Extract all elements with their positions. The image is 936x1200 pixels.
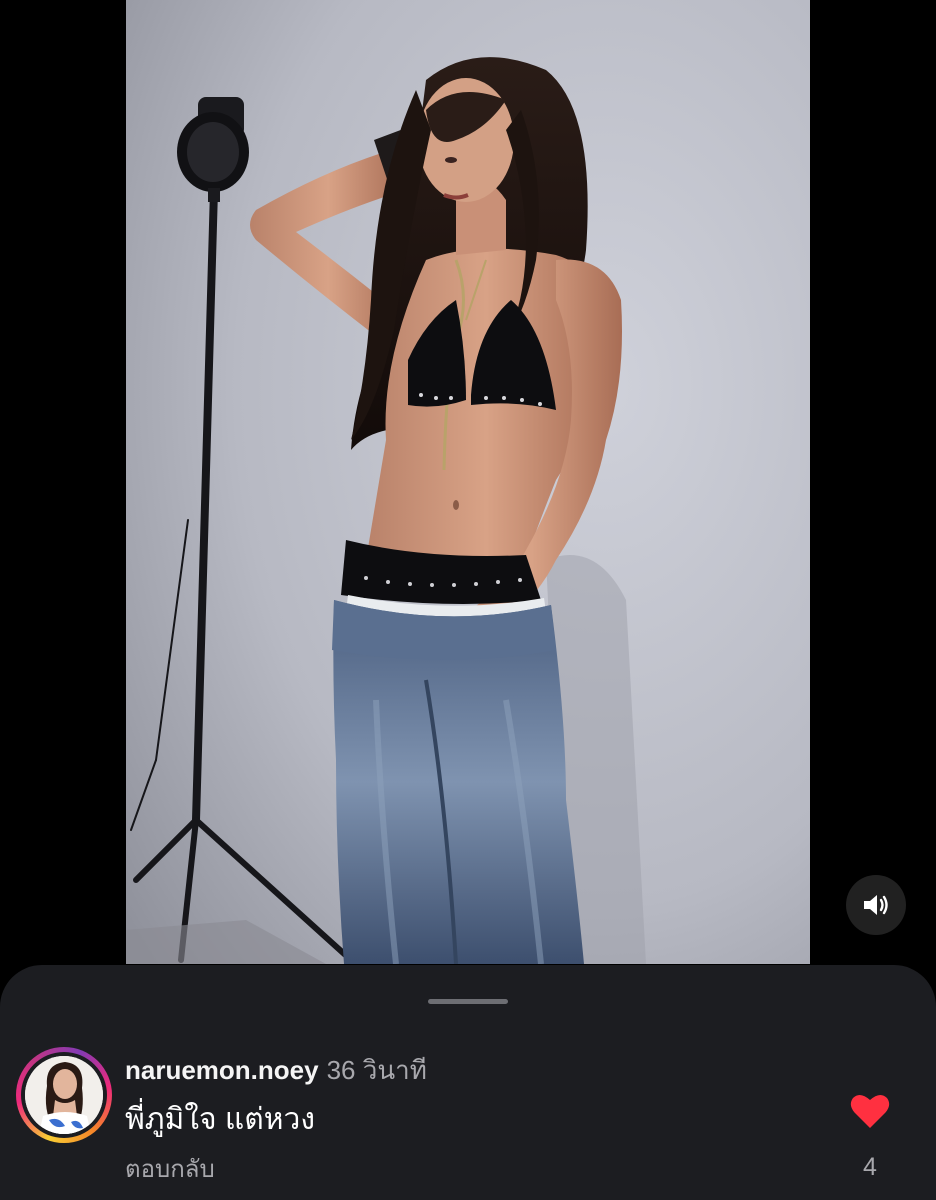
heart-icon [850, 1094, 890, 1128]
sheet-grabber-handle[interactable] [428, 999, 508, 1004]
story-viewer: naruemon.noey 36 วินาที พี่ภูมิใจ แต่หวง … [0, 0, 936, 1200]
comment-sheet[interactable]: naruemon.noey 36 วินาที พี่ภูมิใจ แต่หวง … [0, 965, 936, 1200]
story-media[interactable] [126, 0, 810, 964]
avatar-photo [25, 1056, 103, 1134]
mute-toggle-button[interactable] [846, 875, 906, 935]
avatar [25, 1056, 103, 1134]
like-button[interactable] [849, 1092, 891, 1130]
like-count: 4 [863, 1153, 877, 1181]
comment-header: naruemon.noey 36 วินาที [125, 1053, 427, 1087]
reply-button[interactable]: ตอบกลับ [125, 1154, 215, 1186]
studio-portrait-photo [126, 0, 810, 964]
comment-text: พี่ภูมิใจ แต่หวง [125, 1103, 315, 1136]
avatar-story-ring[interactable] [16, 1047, 112, 1143]
speaker-volume-icon [864, 895, 888, 915]
comment-timestamp: 36 วินาที [326, 1055, 427, 1085]
comment-username[interactable]: naruemon.noey [125, 1055, 319, 1085]
